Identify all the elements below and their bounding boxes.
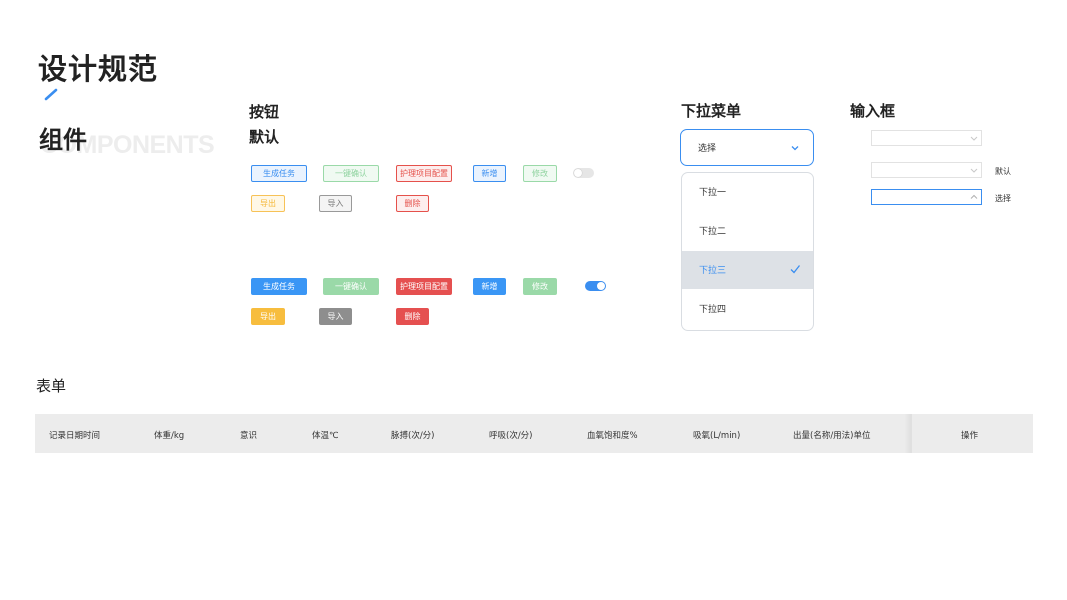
input-label-default: 默认 bbox=[995, 167, 1011, 176]
dropdown-heading: 下拉菜单 bbox=[681, 102, 742, 120]
dropdown-option[interactable]: 下拉一 bbox=[682, 173, 813, 211]
chevron-down-icon bbox=[791, 146, 799, 151]
column-header: 脉搏(次/分) bbox=[391, 431, 435, 441]
column-divider bbox=[904, 414, 912, 453]
table-header: 记录日期时间 体重/kg 意识 体温℃ 脉搏(次/分) 呼吸(次/分) 血氧饱和… bbox=[35, 414, 1033, 453]
dropdown-option-label: 下拉一 bbox=[699, 188, 727, 198]
select-input-default[interactable] bbox=[871, 162, 982, 178]
confirm-all-button[interactable]: 一键确认 bbox=[323, 278, 379, 295]
nursing-config-button-outlined[interactable]: 护理项目配置 bbox=[396, 165, 452, 182]
add-button[interactable]: 新增 bbox=[473, 278, 506, 295]
dropdown-option-label: 下拉三 bbox=[699, 266, 727, 276]
page-title: 设计规范 bbox=[38, 52, 159, 86]
chevron-up-icon bbox=[970, 194, 978, 199]
dropdown-option-label: 下拉二 bbox=[699, 227, 727, 237]
delete-button[interactable]: 删除 bbox=[396, 308, 429, 325]
check-icon bbox=[790, 265, 801, 274]
chevron-down-icon bbox=[970, 136, 978, 141]
form-heading: 表单 bbox=[36, 377, 67, 395]
column-header: 记录日期时间 bbox=[49, 431, 101, 441]
input-heading: 输入框 bbox=[850, 102, 896, 120]
export-button-outlined[interactable]: 导出 bbox=[251, 195, 285, 212]
column-header: 血氧饱和度% bbox=[587, 431, 638, 441]
toggle-knob bbox=[597, 282, 605, 290]
delete-button-outlined[interactable]: 删除 bbox=[396, 195, 429, 212]
select-input-active[interactable] bbox=[871, 189, 982, 205]
default-subheading: 默认 bbox=[249, 128, 280, 146]
toggle-switch-off[interactable] bbox=[573, 168, 594, 178]
toggle-knob bbox=[574, 169, 582, 177]
dropdown-select[interactable]: 选择 bbox=[680, 129, 814, 166]
dropdown-option-selected[interactable]: 下拉三 bbox=[682, 251, 813, 289]
column-header: 呼吸(次/分) bbox=[489, 431, 533, 441]
dropdown-option-label: 下拉四 bbox=[699, 305, 727, 315]
edit-button-outlined[interactable]: 修改 bbox=[523, 165, 557, 182]
column-header: 出量(名称/用法)单位 bbox=[793, 431, 871, 441]
edit-button[interactable]: 修改 bbox=[523, 278, 557, 295]
input-label-select: 选择 bbox=[995, 194, 1011, 203]
confirm-all-button-outlined[interactable]: 一键确认 bbox=[323, 165, 379, 182]
column-header: 意识 bbox=[240, 431, 258, 441]
buttons-heading: 按钮 bbox=[249, 103, 280, 121]
dropdown-value: 选择 bbox=[698, 144, 717, 154]
section-title: 组件 bbox=[39, 126, 87, 154]
generate-task-button-outlined[interactable]: 生成任务 bbox=[251, 165, 307, 182]
dropdown-option[interactable]: 下拉四 bbox=[682, 290, 813, 328]
select-input-empty[interactable] bbox=[871, 130, 982, 146]
import-button[interactable]: 导入 bbox=[319, 308, 352, 325]
chevron-down-icon bbox=[970, 168, 978, 173]
export-button[interactable]: 导出 bbox=[251, 308, 285, 325]
column-header-actions: 操作 bbox=[961, 431, 979, 441]
accent-stroke-icon bbox=[44, 88, 58, 101]
dropdown-menu: 下拉一 下拉二 下拉三 下拉四 bbox=[681, 172, 814, 331]
nursing-config-button[interactable]: 护理项目配置 bbox=[396, 278, 452, 295]
generate-task-button[interactable]: 生成任务 bbox=[251, 278, 307, 295]
column-header: 体重/kg bbox=[154, 431, 185, 441]
column-header: 吸氧(L/min) bbox=[693, 431, 741, 441]
import-button-outlined[interactable]: 导入 bbox=[319, 195, 352, 212]
toggle-switch-on[interactable] bbox=[585, 281, 606, 291]
dropdown-option[interactable]: 下拉二 bbox=[682, 212, 813, 250]
add-button-outlined[interactable]: 新增 bbox=[473, 165, 506, 182]
column-header: 体温℃ bbox=[312, 431, 339, 441]
